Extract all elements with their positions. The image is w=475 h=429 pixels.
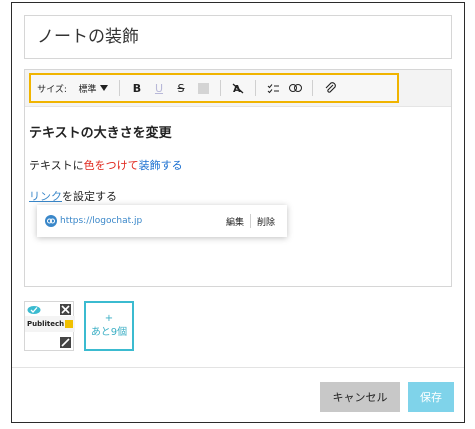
underline-button[interactable]: U (148, 75, 170, 101)
pencil-icon[interactable] (60, 337, 71, 348)
chevron-down-icon (99, 85, 108, 91)
size-label: サイズ: (37, 84, 67, 95)
cancel-button[interactable]: キャンセル (320, 382, 400, 412)
note-dialog: ノートの装飾 サイズ: 標準 B U S A テキストの大きさを変更 テキストに… (11, 2, 465, 423)
text-blue: 装飾する (138, 159, 183, 172)
toolbar-divider (312, 80, 313, 96)
attachment-thumbnail[interactable]: Publitech (24, 301, 75, 351)
thumb-badge (65, 320, 74, 328)
clear-format-icon: A (232, 83, 244, 94)
toolbar-divider (119, 80, 120, 96)
text-plain: テキストに (29, 159, 84, 172)
rich-text-editor[interactable]: サイズ: 標準 B U S A テキストの大きさを変更 テキストに色をつけて装飾… (24, 69, 452, 287)
content-line-color: テキストに色をつけて装飾する (29, 157, 183, 173)
size-select[interactable]: 標準 (73, 75, 113, 101)
content-line-link: リンクを設定する (29, 188, 117, 204)
delete-link-button[interactable]: 削除 (251, 215, 281, 228)
color-swatch-icon (197, 82, 209, 94)
text-red: 色をつけて (83, 159, 139, 172)
checklist-icon (267, 83, 279, 93)
formatting-toolbar: サイズ: 標準 B U S A (29, 73, 399, 103)
text-plain: を設定する (62, 190, 117, 203)
content-heading: テキストの大きさを変更 (29, 126, 172, 141)
size-select-value: 標準 (78, 84, 97, 95)
inline-link[interactable]: リンク (29, 190, 62, 203)
close-icon[interactable] (60, 304, 71, 315)
checklist-button[interactable] (262, 75, 284, 101)
link-icon (288, 84, 302, 92)
note-title-input[interactable]: ノートの装飾 (24, 15, 452, 59)
footer-divider (12, 367, 464, 368)
link-popup-url[interactable]: https://logochat.jp (45, 215, 220, 227)
more-attachments-button[interactable]: + あと9個 (84, 301, 134, 351)
save-button[interactable]: 保存 (408, 382, 454, 412)
link-url-text: https://logochat.jp (60, 216, 143, 226)
edit-link-button[interactable]: 編集 (220, 215, 250, 228)
bold-button[interactable]: B (126, 75, 148, 101)
more-attachments-label: あと9個 (90, 327, 128, 338)
cloud-check-icon (27, 306, 41, 314)
strikethrough-button[interactable]: S (170, 75, 192, 101)
link-button[interactable] (284, 75, 306, 101)
attach-button[interactable] (319, 75, 341, 101)
toolbar-divider (255, 80, 256, 96)
thumb-text: Publitech (27, 320, 65, 328)
link-circle-icon (45, 215, 57, 227)
clear-format-button[interactable]: A (227, 75, 249, 101)
text-color-button[interactable] (192, 75, 214, 101)
link-popup: https://logochat.jp 編集 削除 (37, 205, 287, 237)
toolbar-divider (220, 80, 221, 96)
thumb-image: Publitech (25, 316, 75, 332)
attachment-icon (325, 82, 336, 93)
plus-icon: + (104, 313, 114, 324)
